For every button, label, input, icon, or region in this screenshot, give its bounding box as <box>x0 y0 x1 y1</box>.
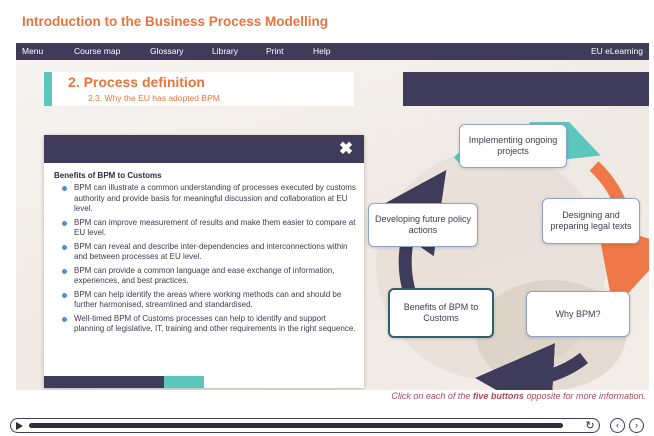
close-icon[interactable]: ✖ <box>336 139 356 159</box>
why-bpm-button[interactable]: Why BPM? <box>526 291 630 337</box>
section-subtitle: 2.3. Why the EU has adopted BPM <box>88 93 220 103</box>
nav-eu-elearning[interactable]: EU eLearning <box>591 43 643 60</box>
section-title: 2. Process definition <box>68 74 205 90</box>
designing-legal-texts-button[interactable]: Designing and preparing legal texts <box>542 198 640 244</box>
bullet-text: Well-timed BPM of Customs processes can … <box>74 313 356 334</box>
top-navigation-bar: Menu Course map Glossary Library Print H… <box>16 43 649 60</box>
popup-heading: Benefits of BPM to Customs <box>54 171 162 180</box>
slide-stage: 2. Process definition 2.3. Why the EU ha… <box>16 60 649 390</box>
header-decoration-bar <box>403 72 649 106</box>
course-title: Introduction to the Business Process Mod… <box>22 14 329 29</box>
section-header: 2. Process definition 2.3. Why the EU ha… <box>44 72 354 106</box>
bullet-text: BPM can illustrate a common understandin… <box>74 183 356 213</box>
list-item: Well-timed BPM of Customs processes can … <box>54 314 358 335</box>
popup-header: ✖ <box>44 135 364 163</box>
list-item: BPM can improve measurement of results a… <box>54 218 358 239</box>
benefits-bpm-customs-button[interactable]: Benefits of BPM to Customs <box>388 288 494 338</box>
bullet-text: BPM can help identify the areas where wo… <box>74 289 342 310</box>
list-item: BPM can illustrate a common understandin… <box>54 183 358 215</box>
nav-help[interactable]: Help <box>313 43 330 60</box>
instruction-suffix: opposite for more information. <box>526 391 646 401</box>
nav-menu[interactable]: Menu <box>22 43 43 60</box>
nav-print[interactable]: Print <box>266 43 283 60</box>
list-item: BPM can help identify the areas where wo… <box>54 290 358 311</box>
bullet-text: BPM can provide a common language and ea… <box>74 265 335 286</box>
benefits-popup: ✖ Benefits of BPM to Customs BPM can ill… <box>44 135 364 388</box>
play-icon[interactable] <box>16 422 23 430</box>
cycle-arrow-bottom <box>475 343 588 390</box>
list-item: BPM can reveal and describe inter-depend… <box>54 242 358 263</box>
nav-library[interactable]: Library <box>212 43 238 60</box>
instruction-emphasis: five buttons <box>472 391 524 401</box>
chevron-left-icon[interactable]: ‹ <box>610 418 625 433</box>
list-item: BPM can provide a common language and ea… <box>54 266 358 287</box>
popup-footer-accent <box>164 376 204 388</box>
replay-icon[interactable]: ↻ <box>584 420 596 432</box>
seek-bar[interactable]: ↻ <box>10 418 600 433</box>
media-player: ↻ ‹ › <box>10 418 645 433</box>
bullet-icon <box>62 244 67 250</box>
bullet-icon <box>62 292 67 298</box>
bullet-icon <box>62 186 67 191</box>
bullet-icon <box>62 220 67 226</box>
developing-policy-actions-button[interactable]: Developing future policy actions <box>368 203 478 247</box>
bullet-text: BPM can reveal and describe inter-depend… <box>74 241 348 262</box>
implementing-projects-button[interactable]: Implementing ongoing projects <box>459 124 567 168</box>
instruction-text: Click on each of the five buttons opposi… <box>0 391 646 401</box>
bullet-text: BPM can improve measurement of results a… <box>74 217 356 238</box>
nav-course-map[interactable]: Course map <box>74 43 120 60</box>
seek-progress <box>29 423 563 428</box>
bullet-icon <box>62 268 67 274</box>
nav-glossary[interactable]: Glossary <box>150 43 184 60</box>
instruction-prefix: Click on each of the <box>391 391 471 401</box>
bullet-icon <box>62 316 67 322</box>
popup-footer-decoration <box>44 376 164 388</box>
benefits-list: BPM can illustrate a common understandin… <box>54 183 358 338</box>
chevron-right-icon[interactable]: › <box>629 418 644 433</box>
